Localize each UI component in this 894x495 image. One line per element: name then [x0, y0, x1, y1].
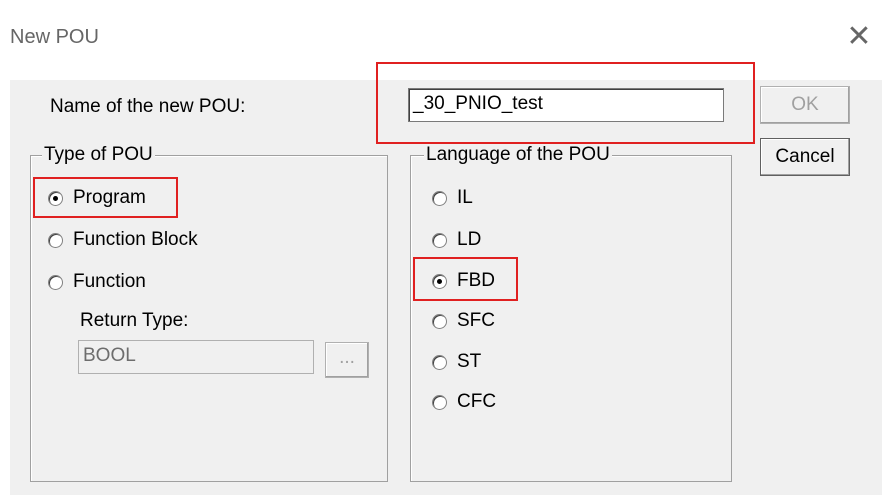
- radio-program[interactable]: Program: [48, 187, 146, 209]
- return-type-label: Return Type:: [80, 310, 189, 331]
- language-legend: Language of the POU: [424, 144, 612, 166]
- radio-function[interactable]: Function: [48, 271, 146, 293]
- radio-function-label: Function: [73, 271, 146, 292]
- name-label: Name of the new POU:: [50, 96, 246, 117]
- radio-function-block-indicator[interactable]: [48, 232, 63, 248]
- radio-cfc-label: CFC: [457, 391, 497, 412]
- radio-sfc-label: SFC: [457, 310, 495, 331]
- radio-ld-label: LD: [457, 229, 482, 250]
- radio-function-block-label: Function Block: [73, 229, 198, 250]
- radio-st[interactable]: ST: [432, 351, 481, 373]
- radio-cfc[interactable]: CFC: [432, 391, 496, 413]
- radio-program-indicator[interactable]: [48, 190, 63, 206]
- radio-ld[interactable]: LD: [432, 229, 481, 251]
- ok-button[interactable]: OK: [760, 86, 850, 124]
- radio-ld-indicator[interactable]: [432, 232, 447, 248]
- type-of-pou-legend: Type of POU: [42, 144, 155, 166]
- radio-function-indicator[interactable]: [48, 274, 63, 290]
- radio-il-indicator[interactable]: [432, 190, 447, 206]
- radio-fbd-label: FBD: [457, 270, 495, 291]
- close-icon[interactable]: ✕: [844, 22, 874, 52]
- cancel-button[interactable]: Cancel: [760, 138, 850, 176]
- return-type-input[interactable]: BOOL: [78, 340, 314, 374]
- radio-fbd[interactable]: FBD: [432, 270, 495, 292]
- window-title: New POU: [10, 26, 99, 48]
- radio-st-label: ST: [457, 351, 482, 372]
- radio-program-label: Program: [73, 187, 146, 208]
- radio-sfc-indicator[interactable]: [432, 313, 447, 329]
- title-bar: New POU ✕: [0, 0, 894, 80]
- radio-il[interactable]: IL: [432, 187, 473, 209]
- radio-sfc[interactable]: SFC: [432, 310, 495, 332]
- browse-button[interactable]: ...: [325, 342, 369, 378]
- radio-st-indicator[interactable]: [432, 354, 447, 370]
- radio-cfc-indicator[interactable]: [432, 394, 447, 410]
- radio-fbd-indicator[interactable]: [432, 273, 447, 289]
- radio-il-label: IL: [457, 187, 473, 208]
- radio-function-block[interactable]: Function Block: [48, 229, 198, 251]
- pou-name-input[interactable]: _30_PNIO_test: [408, 88, 724, 122]
